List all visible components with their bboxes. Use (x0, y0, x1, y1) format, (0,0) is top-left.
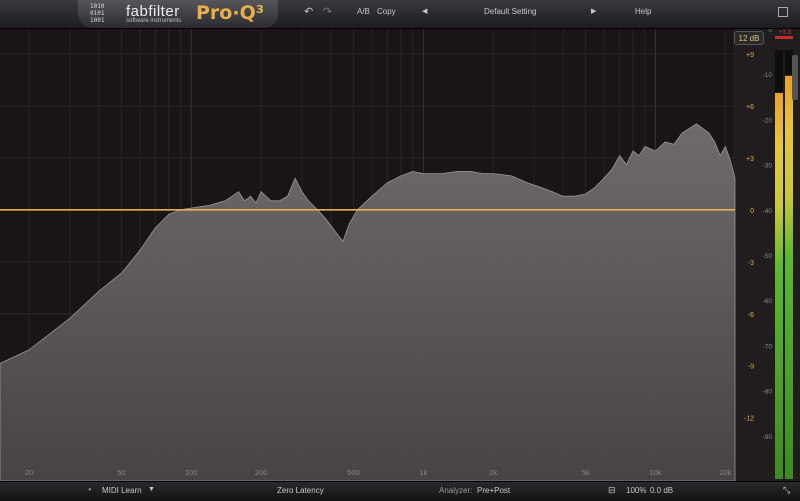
midi-dropdown-icon[interactable]: ▼ (148, 486, 155, 493)
preset-prev-icon[interactable]: ◀ (422, 7, 427, 15)
preset-name[interactable]: Default Setting (484, 7, 536, 16)
frequency-label: 10k (649, 468, 661, 477)
bottom-bar: ● MIDI Learn ▼ Zero Latency Analyzer: Pr… (0, 481, 800, 501)
frequency-label: 20 (25, 468, 33, 477)
frequency-label: 200 (255, 468, 268, 477)
eq-scale-label: 0 (750, 208, 754, 215)
eq-scale-label: -6 (748, 312, 754, 319)
analyzer-scale-label: -60 (763, 298, 773, 305)
maximize-icon[interactable] (778, 7, 788, 17)
frequency-label: 1k (419, 468, 427, 477)
logo-bits-text: 1010 0101 1001 (90, 3, 105, 24)
analyzer-mode[interactable]: Pre+Post (477, 486, 510, 495)
meter-scroll-handle[interactable] (792, 55, 798, 100)
eq-scale-label: -3 (748, 260, 754, 267)
level-meter-right (785, 75, 793, 480)
zoom-level[interactable]: 100% (626, 486, 646, 495)
analyzer-scale-label: 0 (768, 29, 772, 34)
frequency-label: 100 (185, 468, 198, 477)
ab-button[interactable]: A/B (357, 7, 370, 16)
range-selector[interactable]: 12 dB (734, 31, 764, 45)
redo-icon[interactable]: ↷ (323, 5, 332, 18)
frequency-label: 20k (719, 468, 731, 477)
midi-dot-icon: ● (88, 487, 92, 493)
midi-learn-button[interactable]: MIDI Learn (102, 486, 142, 495)
analyzer-scale-label: -30 (763, 163, 773, 170)
frequency-label: 500 (347, 468, 360, 477)
meter-clip-indicator (775, 36, 793, 39)
analyzer-scale-label: -90 (763, 434, 773, 441)
fabfilter-logo: 1010 0101 1001 fabfilter software instru… (78, 0, 278, 28)
eq-graph[interactable]: +9 +6 +3 0 -3 -6 -9 -12 0 -10 -20 -30 -40 -50 -60 -70 -… (0, 29, 800, 481)
undo-icon[interactable]: ↶ (304, 5, 313, 18)
analyzer-label: Analyzer: (439, 486, 473, 495)
product-name: Pro·Q³ (196, 2, 265, 24)
logo-bits-icon: 1010 0101 1001 (90, 3, 104, 24)
analyzer-scale-label: -10 (763, 72, 773, 79)
help-button[interactable]: Help (635, 7, 651, 16)
frequency-label: 2k (489, 468, 497, 477)
meter-peak-readout: +3.3 (779, 30, 792, 36)
copy-button[interactable]: Copy (377, 7, 396, 16)
eq-scale-label: +6 (746, 104, 754, 111)
analyzer-scale-label: -70 (763, 343, 773, 350)
analyzer-scale-label: -20 (763, 117, 773, 124)
frequency-label: 5k (582, 468, 590, 477)
eq-scale-label: -12 (744, 416, 754, 423)
brand-subtitle: software instruments (126, 18, 182, 24)
eq-scale-label: +3 (746, 156, 754, 163)
latency-selector[interactable]: Zero Latency (277, 486, 324, 495)
freeze-icon[interactable]: ⊟ (608, 485, 616, 496)
eq-scale-label: +9 (746, 52, 754, 59)
analyzer-scale-label: -50 (763, 253, 773, 260)
preset-next-icon[interactable]: ▶ (591, 7, 596, 15)
level-meter-left (775, 92, 783, 480)
resize-icon[interactable]: ⤡ (783, 485, 790, 496)
output-gain[interactable]: 0.0 dB (650, 486, 673, 495)
eq-scale-label: -9 (748, 364, 754, 371)
top-toolbar: 1010 0101 1001 fabfilter software instru… (0, 0, 800, 29)
frequency-label: 50 (117, 468, 125, 477)
analyzer-scale-label: -80 (763, 389, 773, 396)
analyzer-scale-label: -40 (763, 208, 773, 215)
